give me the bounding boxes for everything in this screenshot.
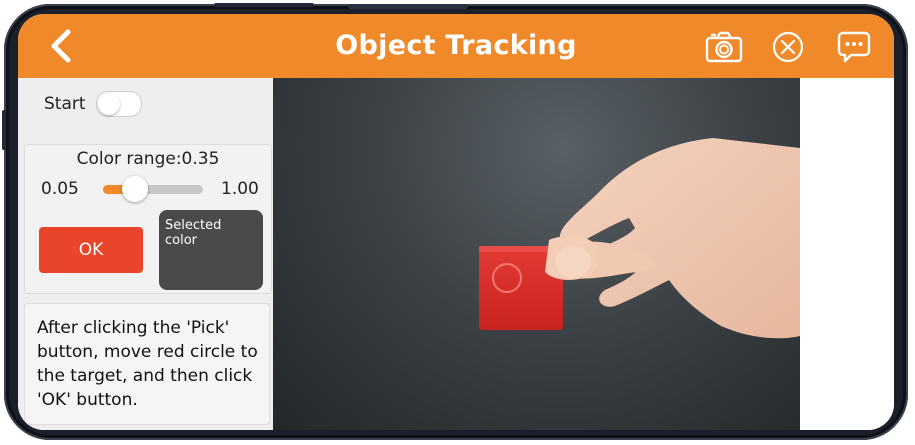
side-button-left (2, 110, 6, 150)
slider-thumb[interactable] (122, 176, 148, 202)
chat-button[interactable] (836, 30, 872, 68)
control-panel: Start Color range:0.35 0.05 1.00 OK Sele… (18, 78, 273, 430)
app-screen: Object Tracking Start Color range:0.35 0… (18, 14, 894, 430)
side-area (800, 78, 894, 430)
start-toggle[interactable] (96, 91, 142, 117)
ok-button[interactable]: OK (39, 227, 143, 273)
color-range-slider[interactable] (103, 176, 203, 202)
selected-color-swatch: Selected color (159, 210, 263, 290)
range-min-label: 0.05 (41, 179, 79, 199)
close-circle-icon (772, 31, 804, 63)
start-label: Start (44, 94, 86, 114)
color-range-box: Color range:0.35 0.05 1.00 OK Selected c… (24, 144, 272, 294)
color-range-label: Color range:0.35 (76, 149, 220, 169)
top-bar: Object Tracking (18, 14, 894, 78)
sensor-notch (348, 4, 468, 9)
camera-frame-image (479, 138, 800, 339)
range-max-label: 1.00 (221, 179, 259, 199)
toggle-knob (98, 93, 120, 115)
close-button[interactable] (771, 30, 805, 68)
instructions-text: After clicking the 'Pick' button, move r… (24, 303, 270, 425)
camera-preview[interactable] (273, 78, 800, 430)
camera-button[interactable] (704, 30, 744, 68)
page-title: Object Tracking (335, 30, 577, 61)
chat-bubble-icon (837, 31, 871, 63)
camera-icon (705, 31, 743, 63)
volume-button (214, 3, 314, 7)
